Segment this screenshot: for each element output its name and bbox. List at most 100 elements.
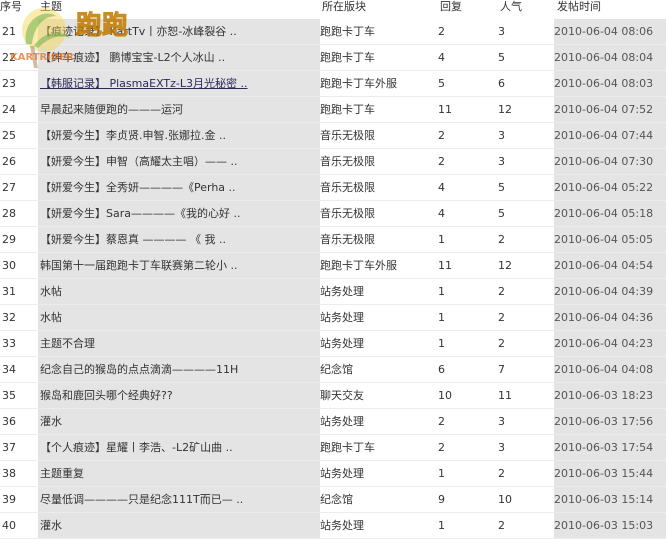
table-row: 39 尽量低调————只是纪念111T而已— .. 纪念馆 9 10 2010-06-03…	[0, 487, 666, 513]
row-number: 31	[2, 285, 16, 298]
table-row: 31 水帖 站务处理 1 2 2010-06-04 04:39	[0, 279, 666, 305]
thread-title-link[interactable]: 早晨起来随便跑的———运河	[38, 97, 320, 123]
board-link[interactable]: 音乐无极限	[320, 149, 438, 175]
post-time: 2010-06-04 08:06	[554, 19, 666, 45]
board-link[interactable]: 站务处理	[320, 461, 438, 487]
header-popularity[interactable]: 人气	[500, 0, 522, 14]
reply-count: 11	[438, 259, 452, 272]
row-number: 37	[2, 441, 16, 454]
header-reply[interactable]: 回复	[440, 0, 462, 14]
popularity-count: 5	[498, 181, 505, 194]
table-row: 37 【个人痕迹】星耀丨李浩、-L2矿山曲 .. 跑跑卡丁车 2 3 2010-06-03…	[0, 435, 666, 461]
popularity-count: 2	[498, 285, 505, 298]
popularity-count: 2	[498, 337, 505, 350]
board-link[interactable]: 音乐无极限	[320, 123, 438, 149]
thread-title-link[interactable]: 主题重复	[38, 461, 320, 487]
board-link[interactable]: 站务处理	[320, 513, 438, 539]
thread-title-link[interactable]: 尽量低调————只是纪念111T而已— ..	[38, 487, 320, 513]
thread-title-link[interactable]: 【韩服记录】 PlasmaEXTz-L3月光秘密 ..	[38, 71, 320, 97]
row-number: 40	[2, 519, 16, 532]
header-time[interactable]: 发帖时间	[557, 0, 601, 14]
popularity-count: 12	[498, 103, 512, 116]
board-link[interactable]: 音乐无极限	[320, 201, 438, 227]
board-link[interactable]: 音乐无极限	[320, 227, 438, 253]
popularity-count: 2	[498, 467, 505, 480]
popularity-count: 3	[498, 25, 505, 38]
post-time: 2010-06-04 07:30	[554, 149, 666, 175]
thread-title-link[interactable]: 【妍爱今生】李贞贤.申智.张娜拉.金 ..	[38, 123, 320, 149]
thread-title-link[interactable]: 【妍爱今生】Sara————《我的心好 ..	[38, 201, 320, 227]
table-row: 26 【妍爱今生】申智（高耀太主唱）—— .. 音乐无极限 2 3 2010-06-04 …	[0, 149, 666, 175]
board-link[interactable]: 纪念馆	[320, 357, 438, 383]
popularity-count: 11	[498, 389, 512, 402]
row-number: 39	[2, 493, 16, 506]
board-link[interactable]: 跑跑卡丁车	[320, 19, 438, 45]
thread-title-link[interactable]: 韩国第十一届跑跑卡丁车联赛第二轮小 ..	[38, 253, 320, 279]
row-number: 26	[2, 155, 16, 168]
row-number: 29	[2, 233, 16, 246]
reply-count: 2	[438, 415, 445, 428]
popularity-count: 5	[498, 207, 505, 220]
reply-count: 1	[438, 519, 445, 532]
board-link[interactable]: 跑跑卡丁车外服	[320, 253, 438, 279]
board-link[interactable]: 站务处理	[320, 305, 438, 331]
reply-count: 2	[438, 25, 445, 38]
board-link[interactable]: 站务处理	[320, 409, 438, 435]
thread-title-link[interactable]: 纪念自己的猴岛的点点滴滴————11H	[38, 357, 320, 383]
thread-title-link[interactable]: 水帖	[38, 305, 320, 331]
thread-title-link[interactable]: 【绅车痕迹】 鹏博宝宝-L2个人冰山 ..	[38, 45, 320, 71]
header-num: 序号	[0, 0, 22, 13]
thread-title-link[interactable]: 【痕迹记录】 KartTv丨亦恕-冰峰裂谷 ..	[38, 19, 320, 45]
header-title[interactable]: 主题	[40, 0, 62, 14]
board-link[interactable]: 站务处理	[320, 279, 438, 305]
popularity-count: 2	[498, 233, 505, 246]
popularity-count: 5	[498, 51, 505, 64]
popularity-count: 2	[498, 311, 505, 324]
board-link[interactable]: 跑跑卡丁车	[320, 45, 438, 71]
reply-count: 4	[438, 181, 445, 194]
popularity-count: 2	[498, 519, 505, 532]
post-time: 2010-06-04 04:39	[554, 279, 666, 305]
reply-count: 2	[438, 155, 445, 168]
thread-title-link[interactable]: 灌水	[38, 513, 320, 539]
reply-count: 9	[438, 493, 445, 506]
thread-title-link[interactable]: 水帖	[38, 279, 320, 305]
board-link[interactable]: 跑跑卡丁车	[320, 435, 438, 461]
thread-title-link[interactable]: 灌水	[38, 409, 320, 435]
reply-count: 1	[438, 285, 445, 298]
board-link[interactable]: 站务处理	[320, 331, 438, 357]
post-time: 2010-06-03 17:56	[554, 409, 666, 435]
post-time: 2010-06-04 04:36	[554, 305, 666, 331]
board-link[interactable]: 纪念馆	[320, 487, 438, 513]
board-link[interactable]: 音乐无极限	[320, 175, 438, 201]
table-row: 24 早晨起来随便跑的———运河 跑跑卡丁车 11 12 2010-06-04 07:52	[0, 97, 666, 123]
thread-title-link[interactable]: 猴岛和鹿回头哪个经典好??	[38, 383, 320, 409]
thread-title-link[interactable]: 【个人痕迹】星耀丨李浩、-L2矿山曲 ..	[38, 435, 320, 461]
table-row: 23 【韩服记录】 PlasmaEXTz-L3月光秘密 .. 跑跑卡丁车外服 5 6 20…	[0, 71, 666, 97]
row-number: 38	[2, 467, 16, 480]
post-time: 2010-06-04 05:18	[554, 201, 666, 227]
post-time: 2010-06-04 04:08	[554, 357, 666, 383]
row-number: 35	[2, 389, 16, 402]
board-link[interactable]: 跑跑卡丁车外服	[320, 71, 438, 97]
board-link[interactable]: 跑跑卡丁车	[320, 97, 438, 123]
board-link[interactable]: 聊天交友	[320, 383, 438, 409]
post-time: 2010-06-03 17:54	[554, 435, 666, 461]
post-time: 2010-06-04 07:52	[554, 97, 666, 123]
table-row: 30 韩国第十一届跑跑卡丁车联赛第二轮小 .. 跑跑卡丁车外服 11 12 2010-06…	[0, 253, 666, 279]
header-board[interactable]: 所在版块	[322, 0, 366, 14]
post-time: 2010-06-04 05:05	[554, 227, 666, 253]
table-row: 27 【妍爱今生】全秀妍————《Perha .. 音乐无极限 4 5 2010-06-0…	[0, 175, 666, 201]
thread-title-link[interactable]: 【妍爱今生】蔡恩真 ———— 《 我 ..	[38, 227, 320, 253]
table-row: 28 【妍爱今生】Sara————《我的心好 .. 音乐无极限 4 5 2010-06-0…	[0, 201, 666, 227]
thread-title-link[interactable]: 【妍爱今生】全秀妍————《Perha ..	[38, 175, 320, 201]
reply-count: 6	[438, 363, 445, 376]
post-time: 2010-06-04 08:04	[554, 45, 666, 71]
row-number: 23	[2, 77, 16, 90]
post-time: 2010-06-03 15:03	[554, 513, 666, 539]
thread-title-link[interactable]: 【妍爱今生】申智（高耀太主唱）—— ..	[38, 149, 320, 175]
reply-count: 2	[438, 129, 445, 142]
reply-count: 11	[438, 103, 452, 116]
thread-title-link[interactable]: 主题不合理	[38, 331, 320, 357]
table-row: 38 主题重复 站务处理 1 2 2010-06-03 15:44	[0, 461, 666, 487]
